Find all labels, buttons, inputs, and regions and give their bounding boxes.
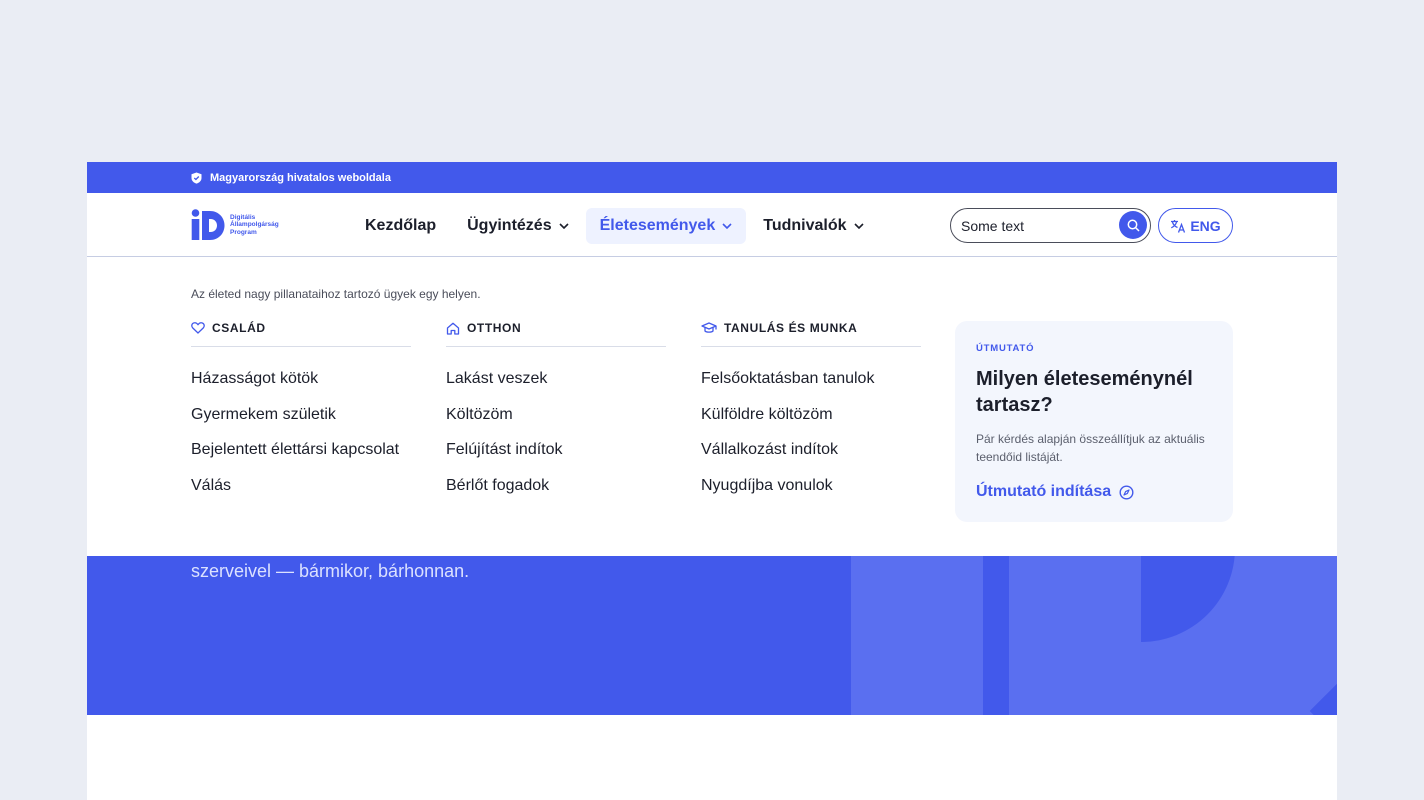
hero-section: szerveivel — bármikor, bárhonnan. xyxy=(87,556,1337,715)
menu-link[interactable]: Vállalkozást indítok xyxy=(701,440,921,476)
site-header: Digitális Állampolgárság Program Kezdőla… xyxy=(87,193,1337,257)
guide-card: ÚTMUTATÓ Milyen életeseménynél tartasz? … xyxy=(955,321,1233,522)
language-switch-button[interactable]: ENG xyxy=(1158,208,1233,243)
browser-page: Magyarország hivatalos weboldala Digitál… xyxy=(87,162,1337,800)
guide-description: Pár kérdés alapján összeállítjuk az aktu… xyxy=(976,432,1205,464)
menu-column-tanulas-es-munka: TANULÁS ÉS MUNKA Felsőoktatásban tanulok… xyxy=(701,320,921,511)
menu-link[interactable]: Felújítást indítok xyxy=(446,440,666,476)
mega-menu-eletesemenyek: Az életed nagy pillanataihoz tartozó ügy… xyxy=(87,258,1337,555)
chevron-down-icon xyxy=(853,223,864,229)
menu-link[interactable]: Bérlőt fogadok xyxy=(446,476,666,512)
menu-link[interactable]: Külföldre költözöm xyxy=(701,405,921,441)
search-icon xyxy=(1127,219,1140,232)
hero-decoration xyxy=(851,556,983,715)
menu-link[interactable]: Felsőoktatásban tanulok xyxy=(701,369,921,405)
menu-list: Felsőoktatásban tanulok Külföldre költöz… xyxy=(701,369,921,511)
menu-list: Házasságot kötök Gyermekem születik Beje… xyxy=(191,369,411,511)
heart-icon xyxy=(191,322,205,334)
guide-kicker: ÚTMUTATÓ xyxy=(976,343,1035,354)
official-site-text: Magyarország hivatalos weboldala xyxy=(210,171,391,184)
column-heading: CSALÁD xyxy=(191,320,411,347)
column-heading: OTTHON xyxy=(446,320,666,347)
guide-title: Milyen életeseménynél tartasz? xyxy=(976,368,1193,416)
graduation-cap-icon xyxy=(701,322,717,333)
menu-link[interactable]: Bejelentett élettársi kapcsolat xyxy=(191,440,411,476)
menu-link[interactable]: Válás xyxy=(191,476,411,512)
home-icon xyxy=(446,322,460,335)
main-nav: Kezdőlap Ügyintézés Életesemények Tudniv… xyxy=(351,208,881,244)
hero-lead-text: szerveivel — bármikor, bárhonnan. xyxy=(191,561,470,581)
logo-text: Digitális Állampolgárság Program xyxy=(230,213,279,236)
chevron-down-icon xyxy=(722,223,732,229)
menu-link[interactable]: Lakást veszek xyxy=(446,369,666,405)
mega-menu-intro: Az életed nagy pillanataihoz tartozó ügy… xyxy=(191,287,481,301)
menu-link[interactable]: Gyermekem születik xyxy=(191,405,411,441)
site-logo[interactable]: Digitális Állampolgárság Program xyxy=(191,209,279,241)
compass-icon xyxy=(1119,484,1134,500)
menu-link[interactable]: Költözöm xyxy=(446,405,666,441)
search-box xyxy=(950,208,1151,243)
search-button[interactable] xyxy=(1119,211,1147,239)
official-site-banner: Magyarország hivatalos weboldala xyxy=(87,162,1337,193)
nav-item-ugyintezes[interactable]: Ügyintézés xyxy=(453,208,582,244)
nav-item-kezdolap[interactable]: Kezdőlap xyxy=(351,208,450,244)
id-logo-icon xyxy=(191,209,225,240)
chevron-down-icon xyxy=(559,223,569,229)
menu-link[interactable]: Nyugdíjba vonulok xyxy=(701,476,921,512)
search-input[interactable] xyxy=(961,217,1116,234)
menu-column-otthon: OTTHON Lakást veszek Költözöm Felújítást… xyxy=(446,320,666,511)
menu-list: Lakást veszek Költözöm Felújítást indíto… xyxy=(446,369,666,511)
nav-item-eletesemenyek[interactable]: Életesemények xyxy=(585,208,747,244)
translate-icon xyxy=(1171,219,1186,233)
column-heading: TANULÁS ÉS MUNKA xyxy=(701,320,921,347)
start-guide-link[interactable]: Útmutató indítása xyxy=(976,483,1212,501)
shield-icon xyxy=(191,172,202,184)
menu-link[interactable]: Házasságot kötök xyxy=(191,369,411,405)
menu-column-csalad: CSALÁD Házasságot kötök Gyermekem szület… xyxy=(191,320,411,511)
nav-item-tudnivalok[interactable]: Tudnivalók xyxy=(749,208,877,244)
